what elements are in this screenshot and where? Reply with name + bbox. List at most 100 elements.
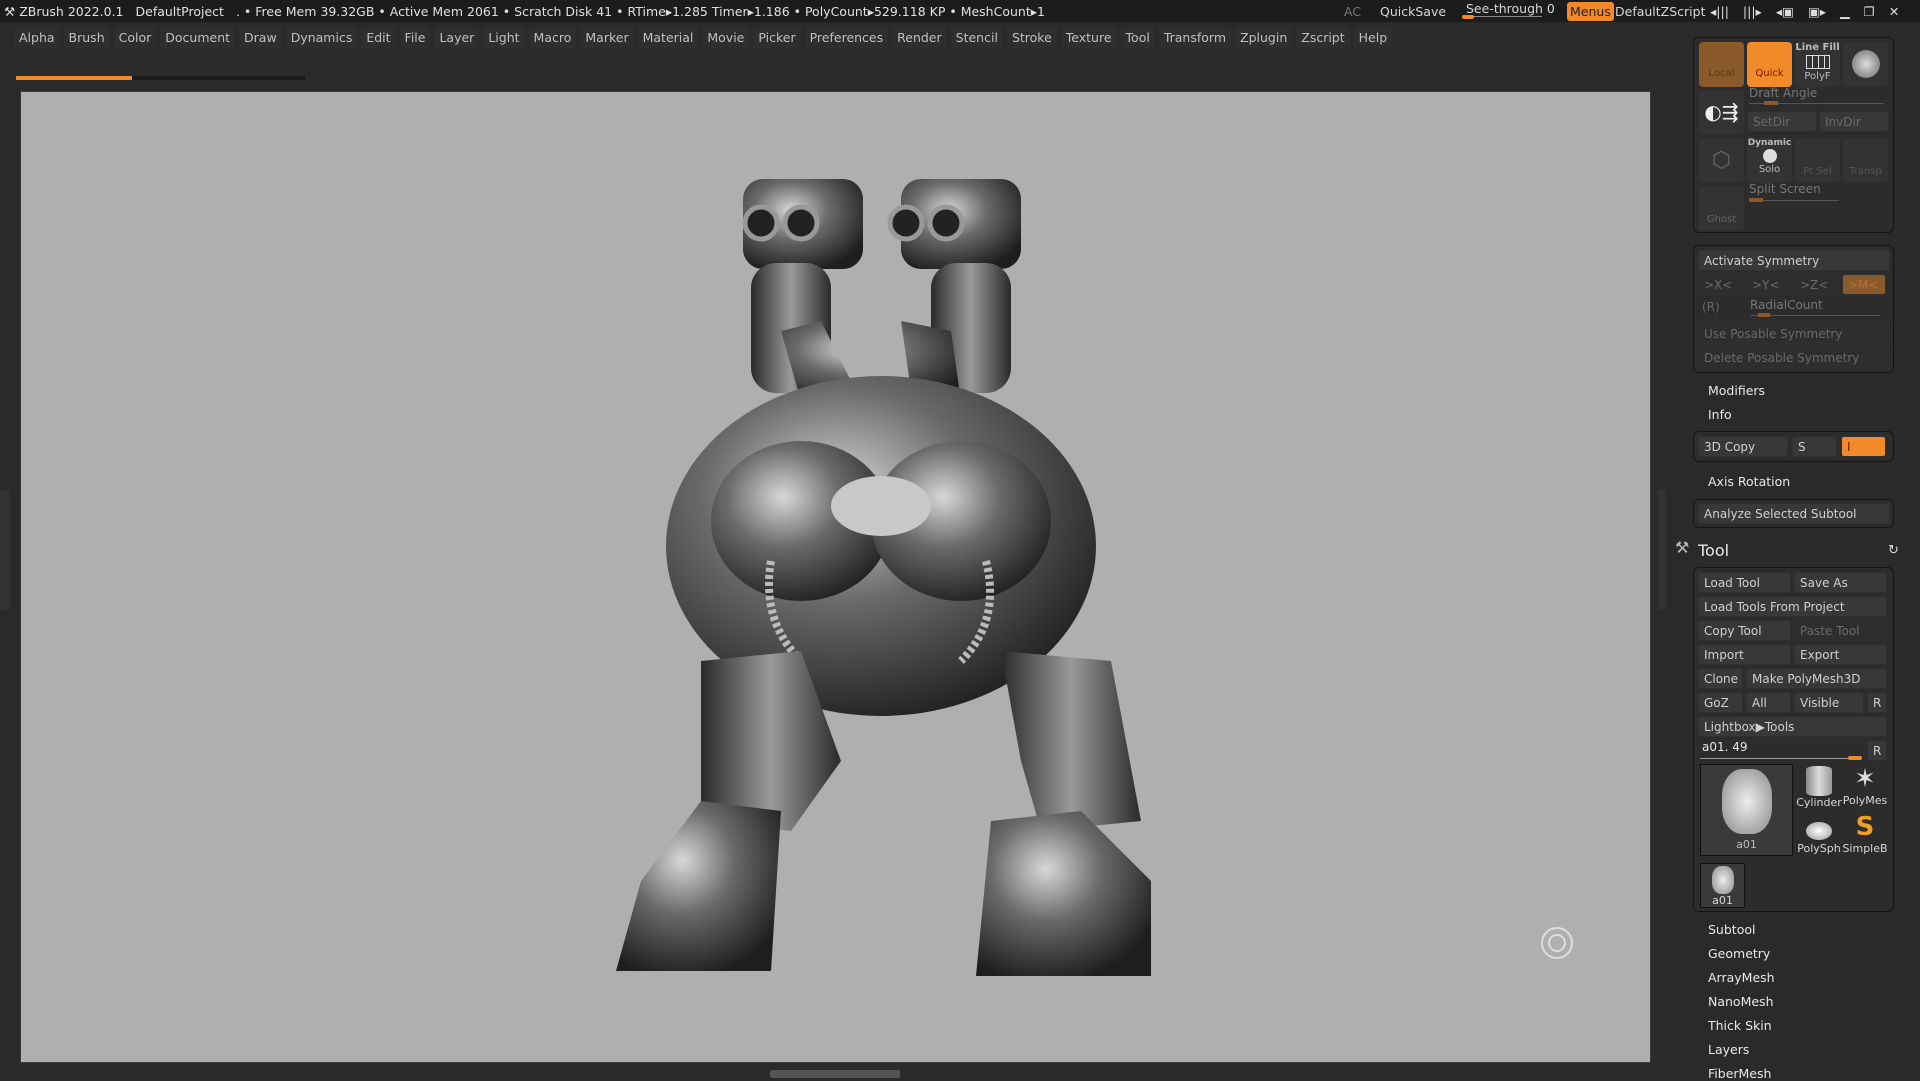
load-tools-from-project-button[interactable]: Load Tools From Project — [1698, 596, 1887, 617]
menu-render[interactable]: Render — [892, 26, 947, 48]
subpalette-thick-skin[interactable]: Thick Skin — [1708, 1018, 1772, 1033]
subpalette-arraymesh[interactable]: ArrayMesh — [1708, 970, 1775, 985]
tool-thumb-a01[interactable]: a01 — [1700, 764, 1793, 856]
menu-picker[interactable]: Picker — [753, 26, 801, 48]
copy-i-button[interactable]: I — [1841, 436, 1886, 457]
layout-next-icon[interactable]: ▣▸ — [1808, 4, 1826, 19]
sym-x-button[interactable]: >X< — [1698, 274, 1742, 295]
menu-macro[interactable]: Macro — [528, 26, 577, 48]
reset-icon[interactable]: ↻ — [1888, 543, 1899, 558]
menu-texture[interactable]: Texture — [1060, 26, 1117, 48]
tool-thumb-cylinder[interactable]: Cylinder — [1796, 764, 1842, 810]
info-subpalette[interactable]: Info — [1708, 407, 1732, 422]
subpalette-subtool[interactable]: Subtool — [1708, 922, 1755, 937]
subtool-thumb-a01[interactable]: a01 — [1700, 863, 1745, 908]
analyze-subtool-button[interactable]: Analyze Selected Subtool — [1698, 503, 1890, 524]
menu-alpha[interactable]: Alpha — [14, 26, 60, 48]
subpalette-geometry[interactable]: Geometry — [1708, 946, 1770, 961]
navigation-gizmo-icon[interactable] — [1541, 927, 1573, 959]
tool-thumb-simplebrush[interactable]: S SimpleB — [1842, 812, 1888, 858]
subpalette-nanomesh[interactable]: NanoMesh — [1708, 994, 1774, 1009]
left-tray-handle[interactable] — [0, 490, 10, 610]
split-screen-slider[interactable]: Split Screen — [1749, 182, 1821, 196]
cube-icon[interactable]: ⬡ — [1699, 138, 1744, 183]
sym-m-button[interactable]: >M< — [1842, 274, 1886, 295]
menu-document[interactable]: Document — [160, 26, 236, 48]
menu-zscript[interactable]: Zscript — [1296, 26, 1350, 48]
menu-marker[interactable]: Marker — [580, 26, 634, 48]
ac-button[interactable]: AC — [1344, 0, 1361, 22]
tool-palette-title[interactable]: Tool — [1698, 541, 1729, 560]
local-button[interactable]: Local — [1699, 42, 1744, 87]
menu-tool[interactable]: Tool — [1120, 26, 1155, 48]
menu-edit[interactable]: Edit — [361, 26, 396, 48]
tool-thumb-polysphere[interactable]: PolySph — [1796, 812, 1842, 858]
clone-button[interactable]: Clone — [1698, 668, 1743, 689]
sym-y-button[interactable]: >Y< — [1746, 274, 1790, 295]
menu-dynamics[interactable]: Dynamics — [285, 26, 358, 48]
menu-zplugin[interactable]: Zplugin — [1235, 26, 1293, 48]
ptsel-button[interactable]: Pt Sel — [1795, 138, 1840, 183]
right-tray-handle[interactable] — [1658, 490, 1666, 610]
bottom-tray-handle[interactable] — [770, 1070, 900, 1078]
goz-button[interactable]: GoZ — [1698, 692, 1743, 713]
goz-r-button[interactable]: R — [1867, 692, 1887, 713]
3d-copy-button[interactable]: 3D Copy — [1698, 436, 1788, 457]
menu-brush[interactable]: Brush — [63, 26, 110, 48]
shrink-tray-icon[interactable]: ◂||| — [1710, 4, 1729, 19]
quicksave-button[interactable]: QuickSave — [1380, 0, 1446, 22]
menu-draw[interactable]: Draw — [239, 26, 282, 48]
menu-stencil[interactable]: Stencil — [950, 26, 1003, 48]
draft-angle-slider[interactable]: Draft Angle — [1749, 86, 1817, 100]
import-button[interactable]: Import — [1698, 644, 1791, 665]
menu-material[interactable]: Material — [637, 26, 699, 48]
radial-r-button[interactable]: (R) — [1702, 300, 1720, 314]
minimize-icon[interactable]: ▁ — [1840, 4, 1850, 19]
transp-button[interactable]: Transp — [1843, 138, 1888, 183]
invdir-button[interactable]: InvDir — [1819, 111, 1889, 132]
export-button[interactable]: Export — [1794, 644, 1887, 665]
tool-r-button[interactable]: R — [1867, 740, 1887, 761]
subpalette-layers[interactable]: Layers — [1708, 1042, 1749, 1057]
quick-button[interactable]: Quick — [1747, 42, 1792, 87]
menu-color[interactable]: Color — [113, 26, 157, 48]
make-polymesh3d-button[interactable]: Make PolyMesh3D — [1746, 668, 1887, 689]
delete-posable-symmetry-button[interactable]: Delete Posable Symmetry — [1698, 347, 1890, 368]
sym-z-button[interactable]: >Z< — [1794, 274, 1838, 295]
menu-stroke[interactable]: Stroke — [1006, 26, 1057, 48]
layout-prev-icon[interactable]: ◂▣ — [1776, 4, 1794, 19]
restore-icon[interactable]: ❐ — [1864, 4, 1875, 19]
goz-all-button[interactable]: All — [1746, 692, 1791, 713]
copy-s-button[interactable]: S — [1792, 436, 1837, 457]
floor-button[interactable] — [1843, 42, 1888, 87]
load-tool-button[interactable]: Load Tool — [1698, 572, 1791, 593]
modifiers-subpalette[interactable]: Modifiers — [1708, 383, 1765, 398]
see-through-track[interactable] — [1462, 15, 1542, 19]
copy-tool-button[interactable]: Copy Tool — [1698, 620, 1791, 641]
expand-tray-icon[interactable]: |||▸ — [1743, 4, 1762, 19]
tool-thumb-polymesh[interactable]: ✶ PolyMes — [1842, 764, 1888, 810]
viewport-canvas[interactable] — [20, 91, 1651, 1063]
menu-layer[interactable]: Layer — [434, 26, 480, 48]
use-posable-symmetry-button[interactable]: Use Posable Symmetry — [1698, 323, 1890, 344]
polyframe-button[interactable]: Line Fill PolyF — [1795, 42, 1840, 87]
menus-button[interactable]: Menus — [1567, 2, 1614, 21]
radial-count-slider[interactable]: RadialCount — [1750, 298, 1823, 312]
activate-symmetry-button[interactable]: Activate Symmetry — [1698, 250, 1890, 271]
paste-tool-button[interactable]: Paste Tool — [1794, 620, 1887, 641]
menu-light[interactable]: Light — [483, 26, 525, 48]
axis-rotation-subpalette[interactable]: Axis Rotation — [1708, 474, 1790, 489]
subpalette-fibermesh[interactable]: FiberMesh — [1708, 1066, 1771, 1081]
close-icon[interactable]: ✕ — [1889, 4, 1899, 19]
lightbox-tools-button[interactable]: Lightbox▶Tools — [1698, 716, 1887, 737]
tool-slider[interactable] — [1700, 756, 1862, 760]
menu-preferences[interactable]: Preferences — [804, 26, 889, 48]
persp-light-icon[interactable]: ◐⇶ — [1699, 90, 1744, 135]
menu-transform[interactable]: Transform — [1158, 26, 1232, 48]
save-as-button[interactable]: Save As — [1794, 572, 1887, 593]
ghost-button[interactable]: Ghost — [1699, 186, 1744, 231]
menu-help[interactable]: Help — [1353, 26, 1393, 48]
goz-visible-button[interactable]: Visible — [1794, 692, 1864, 713]
menu-file[interactable]: File — [399, 26, 431, 48]
solo-button[interactable]: Dynamic Solo — [1747, 138, 1792, 183]
